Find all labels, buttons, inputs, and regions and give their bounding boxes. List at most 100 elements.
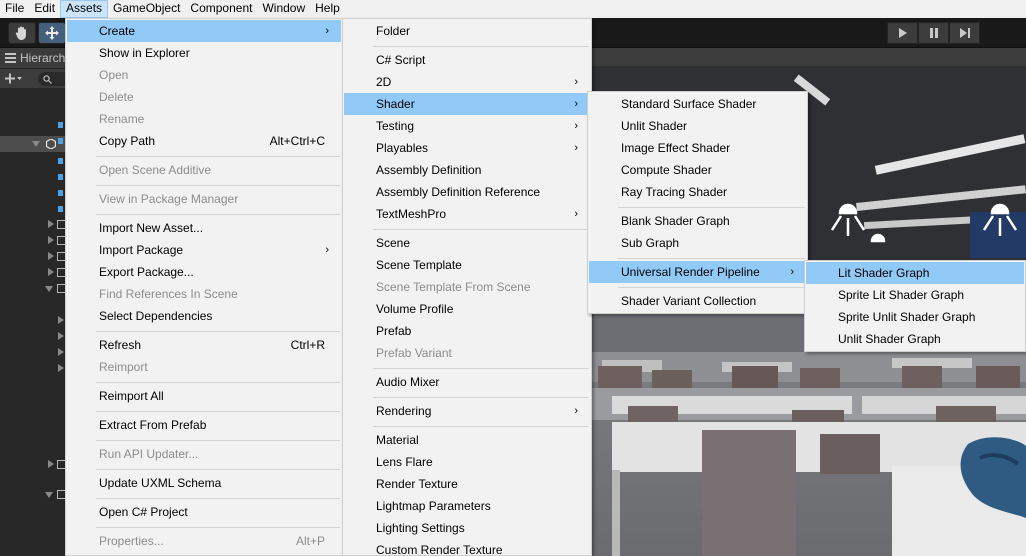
menu-item-export-package[interactable]: Export Package... [67,261,341,283]
hand-tool-button[interactable] [8,22,36,44]
menu-separator [618,207,805,208]
menu-item-unlit-shader-graph[interactable]: Unlit Shader Graph [806,328,1024,350]
menu-item-prefab-variant[interactable]: Prefab Variant [344,342,590,364]
menu-item-import-new-asset[interactable]: Import New Asset... [67,217,341,239]
menu-item-sub-graph[interactable]: Sub Graph [589,232,806,254]
menu-assets[interactable]: Assets [60,0,109,18]
menu-item-2d[interactable]: 2D › [344,71,590,93]
menu-item-lens-flare[interactable]: Lens Flare [344,451,590,473]
menu-item-lighting-settings[interactable]: Lighting Settings [344,517,590,539]
menu-item-view-in-package-manager[interactable]: View in Package Manager [67,188,341,210]
expand-arrow-icon [45,492,53,498]
menu-item-label: Shader [376,97,415,111]
menu-item-render-texture[interactable]: Render Texture [344,473,590,495]
menu-item-extract-from-prefab[interactable]: Extract From Prefab [67,414,341,436]
move-tool-button[interactable] [38,22,66,44]
menu-item-open-scene-additive[interactable]: Open Scene Additive [67,159,341,181]
menu-item-lightmap-parameters[interactable]: Lightmap Parameters [344,495,590,517]
menu-item-csharp-script[interactable]: C# Script [344,49,590,71]
menu-file[interactable]: File [0,0,29,18]
menu-item-properties[interactable]: Properties... Alt+P [67,530,341,552]
menu-item-assembly-definition[interactable]: Assembly Definition [344,159,590,181]
menu-item-run-api-updater[interactable]: Run API Updater... [67,443,341,465]
pause-button[interactable] [918,22,949,44]
menu-item-compute-shader[interactable]: Compute Shader [589,159,806,181]
menu-item-scene[interactable]: Scene [344,232,590,254]
move-tool-icon [45,26,59,40]
create-submenu: Folder C# Script 2D › Shader › Testing ›… [342,18,592,556]
play-controls [887,22,980,44]
menu-separator [96,440,340,441]
menu-item-testing[interactable]: Testing › [344,115,590,137]
chevron-right-icon: › [574,142,578,154]
menu-item-image-effect-shader[interactable]: Image Effect Shader [589,137,806,159]
unity-scene-icon [46,139,56,149]
menu-item-reimport-all[interactable]: Reimport All [67,385,341,407]
expand-arrow-icon [58,348,64,356]
menu-item-shortcut: Alt+P [295,534,325,548]
hierarchy-tab-label: Hierarchy [20,51,72,65]
menu-item-blank-shader-graph[interactable]: Blank Shader Graph [589,210,806,232]
menu-gameobject[interactable]: GameObject [108,0,185,18]
menu-item-create[interactable]: Create › [67,20,341,42]
menu-separator [96,156,340,157]
menu-separator [96,498,340,499]
add-icon[interactable] [5,73,23,84]
menu-item-sprite-unlit-shader-graph[interactable]: Sprite Unlit Shader Graph [806,306,1024,328]
menu-item-volume-profile[interactable]: Volume Profile [344,298,590,320]
prefab-icon [58,138,63,144]
menu-item-delete[interactable]: Delete [67,86,341,108]
expand-arrow-icon [48,460,54,468]
menu-item-label: TextMeshPro [376,207,447,221]
menu-item-prefab[interactable]: Prefab [344,320,590,342]
menu-item-select-dependencies[interactable]: Select Dependencies [67,305,341,327]
menu-separator [618,258,805,259]
menu-item-material[interactable]: Material [344,429,590,451]
play-button[interactable] [887,22,918,44]
menu-item-folder[interactable]: Folder [344,20,590,42]
menu-item-shader-variant-collection[interactable]: Shader Variant Collection [589,290,806,312]
menu-item-copy-path[interactable]: Copy Path Alt+Ctrl+C [67,130,341,152]
menu-item-scene-template[interactable]: Scene Template [344,254,590,276]
menu-item-ray-tracing-shader[interactable]: Ray Tracing Shader [589,181,806,203]
assets-menu: Create › Show in Explorer Open Delete Re… [65,18,343,556]
menu-item-audio-mixer[interactable]: Audio Mixer [344,371,590,393]
menu-separator [96,469,340,470]
menu-item-find-references-in-scene[interactable]: Find References In Scene [67,283,341,305]
scene-tab-bar [592,48,1026,66]
prefab-icon [58,174,63,180]
menu-item-unlit-shader[interactable]: Unlit Shader [589,115,806,137]
menu-item-refresh[interactable]: Refresh Ctrl+R [67,334,341,356]
menu-window[interactable]: Window [257,0,310,18]
menu-item-sprite-lit-shader-graph[interactable]: Sprite Lit Shader Graph [806,284,1024,306]
menu-item-label: Rendering [376,404,432,418]
menu-item-open[interactable]: Open [67,64,341,86]
menu-item-rendering[interactable]: Rendering › [344,400,590,422]
menu-item-universal-render-pipeline[interactable]: Universal Render Pipeline › [589,261,806,283]
menu-item-scene-template-from-scene[interactable]: Scene Template From Scene [344,276,590,298]
menu-item-label: Properties... [99,534,164,548]
menu-item-rename[interactable]: Rename [67,108,341,130]
menu-item-update-uxml-schema[interactable]: Update UXML Schema [67,472,341,494]
menu-item-textmeshpro[interactable]: TextMeshPro › [344,203,590,225]
menu-component[interactable]: Component [185,0,257,18]
menu-item-import-package[interactable]: Import Package › [67,239,341,261]
menu-separator [373,229,589,230]
menu-item-standard-surface-shader[interactable]: Standard Surface Shader [589,93,806,115]
menu-item-open-csharp-project[interactable]: Open C# Project [67,501,341,523]
expand-arrow-icon [32,141,40,147]
menu-item-assembly-definition-reference[interactable]: Assembly Definition Reference [344,181,590,203]
menu-item-playables[interactable]: Playables › [344,137,590,159]
step-button[interactable] [949,22,980,44]
menu-help[interactable]: Help [310,0,345,18]
menu-separator [373,397,589,398]
hierarchy-search-field[interactable] [38,72,68,86]
menu-edit[interactable]: Edit [29,0,60,18]
menu-item-reimport[interactable]: Reimport [67,356,341,378]
search-icon [43,75,52,84]
menu-item-show-in-explorer[interactable]: Show in Explorer [67,42,341,64]
menu-item-lit-shader-graph[interactable]: Lit Shader Graph [806,262,1024,284]
menu-item-custom-render-texture[interactable]: Custom Render Texture [344,539,590,556]
menu-item-shader[interactable]: Shader › [344,93,590,115]
chevron-right-icon: › [790,266,794,278]
